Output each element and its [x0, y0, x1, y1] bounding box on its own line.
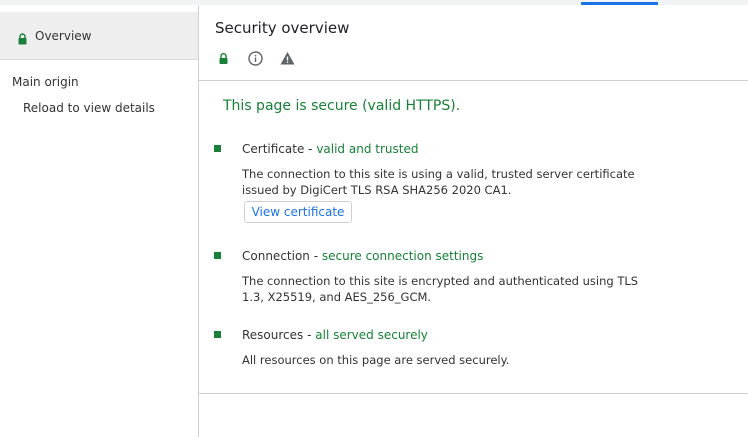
- certificate-label: Certificate: [242, 142, 305, 156]
- separator: -: [309, 249, 322, 263]
- sidebar-item-reload[interactable]: Reload to view details: [23, 101, 155, 115]
- secure-summary: This page is secure (valid HTTPS).: [223, 98, 461, 114]
- resources-description: All resources on this page are served se…: [242, 353, 510, 367]
- status-bullet: [214, 252, 221, 259]
- sidebar-item-overview[interactable]: Overview: [0, 12, 198, 60]
- divider: [199, 393, 748, 394]
- separator: -: [304, 142, 317, 156]
- info-icon[interactable]: [247, 50, 264, 67]
- connection-status: secure connection settings: [321, 249, 484, 263]
- connection-title: Connection - secure connection settings: [242, 249, 483, 263]
- main-panel: Security overview This page is secure (v…: [199, 5, 748, 437]
- header-icons: [215, 50, 296, 67]
- view-certificate-button[interactable]: View certificate: [244, 201, 352, 223]
- lock-icon[interactable]: [215, 50, 232, 67]
- resources-status: all served securely: [315, 328, 428, 342]
- page-title: Security overview: [215, 19, 350, 37]
- header: Security overview: [199, 5, 748, 81]
- certificate-description: The connection to this site is using a v…: [242, 167, 635, 197]
- resources-title: Resources - all served securely: [242, 328, 428, 342]
- sidebar: Overview Main origin Reload to view deta…: [0, 5, 199, 437]
- separator: -: [303, 328, 316, 342]
- connection-description: The connection to this site is encrypted…: [242, 274, 639, 304]
- certificate-status: valid and trusted: [316, 142, 419, 156]
- connection-label: Connection: [242, 249, 310, 263]
- sidebar-item-label: Overview: [35, 28, 92, 43]
- status-bullet: [214, 145, 221, 152]
- sidebar-section-main-origin: Main origin: [12, 75, 79, 89]
- resources-label: Resources: [242, 328, 304, 342]
- warning-icon[interactable]: [279, 50, 296, 67]
- status-bullet: [214, 331, 221, 338]
- certificate-title: Certificate - valid and trusted: [242, 142, 418, 156]
- lock-icon: [18, 30, 27, 44]
